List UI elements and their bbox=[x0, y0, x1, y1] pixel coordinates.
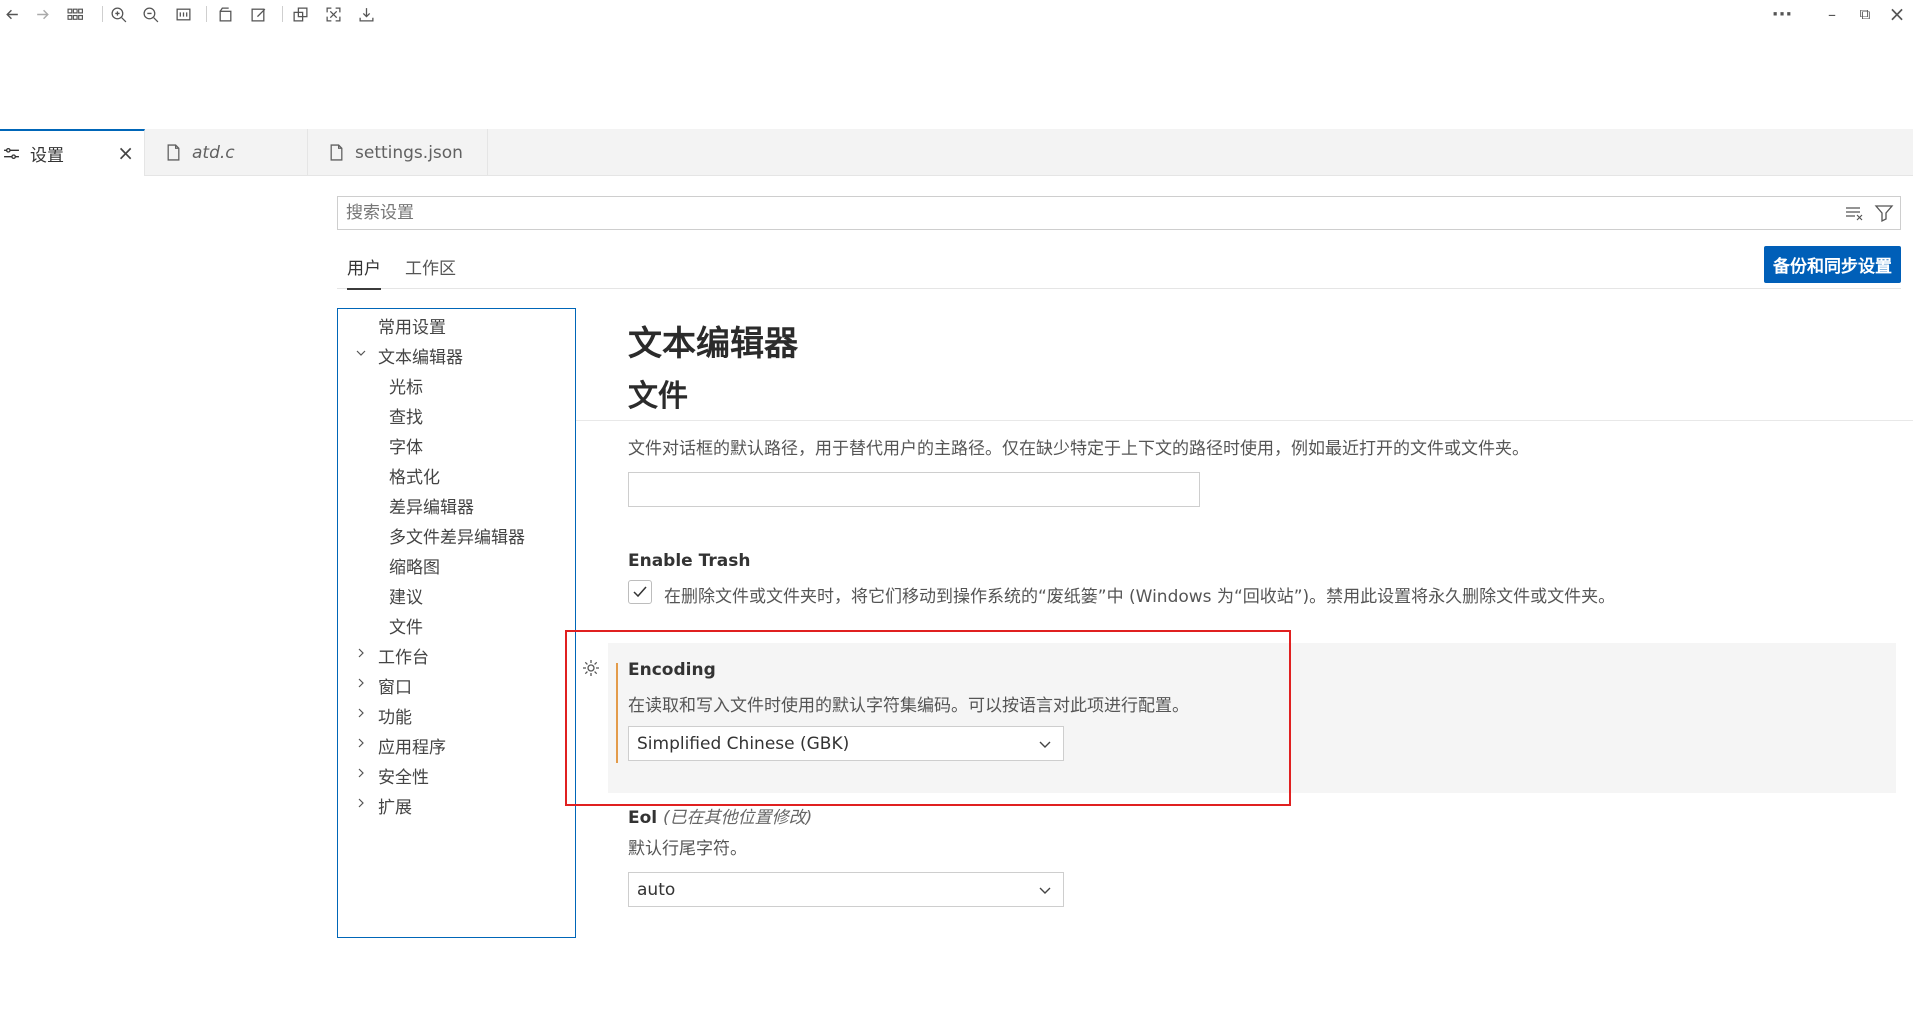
toc-item-label: 多文件差异编辑器 bbox=[389, 527, 525, 548]
toc-item[interactable]: 工作台 bbox=[355, 642, 429, 668]
enable-trash-title: Enable Trash bbox=[628, 551, 751, 571]
toc-item[interactable]: 窗口 bbox=[355, 672, 412, 698]
tab-label: settings.json bbox=[355, 142, 463, 163]
forward-arrow-icon[interactable] bbox=[30, 2, 54, 26]
zoom-in-icon[interactable] bbox=[106, 2, 130, 26]
clear-filter-icon[interactable] bbox=[1844, 203, 1864, 227]
chevron-right-icon bbox=[355, 797, 371, 813]
toc-item[interactable]: 缩略图 bbox=[389, 552, 440, 578]
toc-item-label: 字体 bbox=[389, 437, 423, 458]
divider bbox=[576, 420, 1913, 421]
modified-elsewhere-note: (已在其他位置修改) bbox=[663, 808, 813, 828]
back-arrow-icon[interactable] bbox=[0, 2, 24, 26]
chevron-right-icon bbox=[355, 737, 371, 753]
toc-item-label: 窗口 bbox=[378, 677, 412, 698]
backup-sync-button[interactable]: 备份和同步设置 bbox=[1764, 246, 1901, 283]
copy-icon[interactable] bbox=[288, 2, 312, 26]
chevron-down-icon bbox=[1039, 887, 1051, 894]
toc-item[interactable]: 扩展 bbox=[355, 792, 412, 818]
enable-trash-checkbox[interactable] bbox=[628, 580, 652, 604]
settings-icon bbox=[3, 145, 20, 162]
toc-item-label: 格式化 bbox=[389, 467, 440, 488]
tab-workspace[interactable]: 工作区 bbox=[405, 254, 456, 288]
toc-item-label: 光标 bbox=[389, 377, 423, 398]
toc-item[interactable]: 差异编辑器 bbox=[389, 492, 474, 518]
eol-title: Eol (已在其他位置修改) bbox=[628, 803, 812, 828]
more-icon[interactable]: ··· bbox=[1770, 2, 1794, 26]
settings-search bbox=[337, 196, 1901, 230]
setting-description: 在删除文件或文件夹时，将它们移动到操作系统的“废纸篓”中 (Windows 为“… bbox=[664, 587, 1616, 607]
tab-label: 设置 bbox=[30, 146, 64, 166]
tab-label: atd.c bbox=[192, 142, 235, 163]
setting-description: 文件对话框的默认路径，用于替代用户的主路径。仅在缺少特定于上下文的路径时使用，例… bbox=[628, 439, 1529, 459]
toc-item-label: 安全性 bbox=[378, 767, 429, 788]
zoom-out-icon[interactable] bbox=[138, 2, 162, 26]
toc-item-label: 建议 bbox=[389, 587, 423, 608]
setting-description: 默认行尾字符。 bbox=[628, 839, 747, 859]
toc-item[interactable]: 多文件差异编辑器 bbox=[389, 522, 525, 548]
toc-item-label: 扩展 bbox=[378, 797, 412, 818]
scope-tabs: 用户 工作区 备份和同步设置 bbox=[337, 246, 1901, 290]
highlight-annotation bbox=[565, 630, 1291, 806]
tab-settings-json[interactable]: settings.json bbox=[308, 129, 488, 176]
file-icon bbox=[328, 144, 345, 161]
settings-content: 文本编辑器 文件 文件对话框的默认路径，用于替代用户的主路径。仅在缺少特定于上下… bbox=[576, 308, 1913, 948]
chevron-right-icon bbox=[355, 677, 371, 693]
toc-item[interactable]: 建议 bbox=[389, 582, 423, 608]
chevron-down-icon bbox=[355, 347, 371, 363]
close-icon[interactable]: × bbox=[117, 143, 134, 163]
tab-atd-c[interactable]: atd.c bbox=[145, 129, 308, 176]
toc-item-label: 缩略图 bbox=[389, 557, 440, 578]
toc-item[interactable]: 格式化 bbox=[389, 462, 440, 488]
tab-user[interactable]: 用户 bbox=[347, 254, 381, 290]
minimize-icon[interactable]: – bbox=[1820, 2, 1844, 26]
search-input[interactable] bbox=[338, 197, 1798, 229]
chevron-right-icon bbox=[355, 647, 371, 663]
window-close-icon[interactable]: × bbox=[1885, 2, 1909, 26]
tab-settings[interactable]: 设置 × bbox=[0, 129, 145, 176]
eol-title-text: Eol bbox=[628, 808, 658, 828]
check-icon bbox=[633, 586, 647, 598]
toc-item-label: 应用程序 bbox=[378, 737, 446, 758]
toc-item-label: 文本编辑器 bbox=[378, 347, 463, 368]
toc-item[interactable]: 功能 bbox=[355, 702, 412, 728]
grid-view-icon[interactable] bbox=[63, 2, 87, 26]
toc-item[interactable]: 光标 bbox=[389, 372, 423, 398]
toc-item-label: 常用设置 bbox=[378, 317, 446, 338]
settings-toc: 常用设置 文本编辑器 光标 查找 字体 格式化 差异编辑器 多文件差异编辑器 缩… bbox=[337, 308, 576, 938]
section-title: 文本编辑器 bbox=[628, 324, 798, 364]
filter-icon[interactable] bbox=[1874, 203, 1894, 227]
edit-icon[interactable] bbox=[246, 2, 270, 26]
toc-item[interactable]: 安全性 bbox=[355, 762, 429, 788]
subsection-title: 文件 bbox=[628, 379, 688, 414]
toc-item[interactable]: 应用程序 bbox=[355, 732, 446, 758]
file-icon bbox=[165, 144, 182, 161]
fit-window-icon[interactable] bbox=[171, 2, 195, 26]
toc-item[interactable]: 常用设置 bbox=[378, 312, 446, 338]
eol-select[interactable]: auto bbox=[628, 872, 1064, 907]
fullscreen-icon[interactable] bbox=[321, 2, 345, 26]
toc-item[interactable]: 查找 bbox=[389, 402, 423, 428]
restore-icon[interactable]: ⧉ bbox=[1853, 2, 1877, 26]
toc-item-label: 文件 bbox=[389, 617, 423, 638]
toc-item[interactable]: 文本编辑器 bbox=[355, 342, 463, 368]
toc-item-label: 功能 bbox=[378, 707, 412, 728]
download-icon[interactable] bbox=[354, 2, 378, 26]
toc-item-label: 差异编辑器 bbox=[389, 497, 474, 518]
select-value: auto bbox=[637, 879, 676, 900]
toc-item[interactable]: 字体 bbox=[389, 432, 423, 458]
toc-item-label: 查找 bbox=[389, 407, 423, 428]
toc-item-label: 工作台 bbox=[378, 647, 429, 668]
chevron-right-icon bbox=[355, 707, 371, 723]
viewer-toolbar: ··· – ⧉ × bbox=[0, 0, 1913, 30]
chevron-right-icon bbox=[355, 767, 371, 783]
toc-item[interactable]: 文件 bbox=[389, 612, 423, 638]
default-path-input[interactable] bbox=[628, 472, 1200, 507]
editor-tab-bar: 设置 × atd.c settings.json bbox=[0, 129, 1913, 176]
rotate-icon[interactable] bbox=[213, 2, 237, 26]
